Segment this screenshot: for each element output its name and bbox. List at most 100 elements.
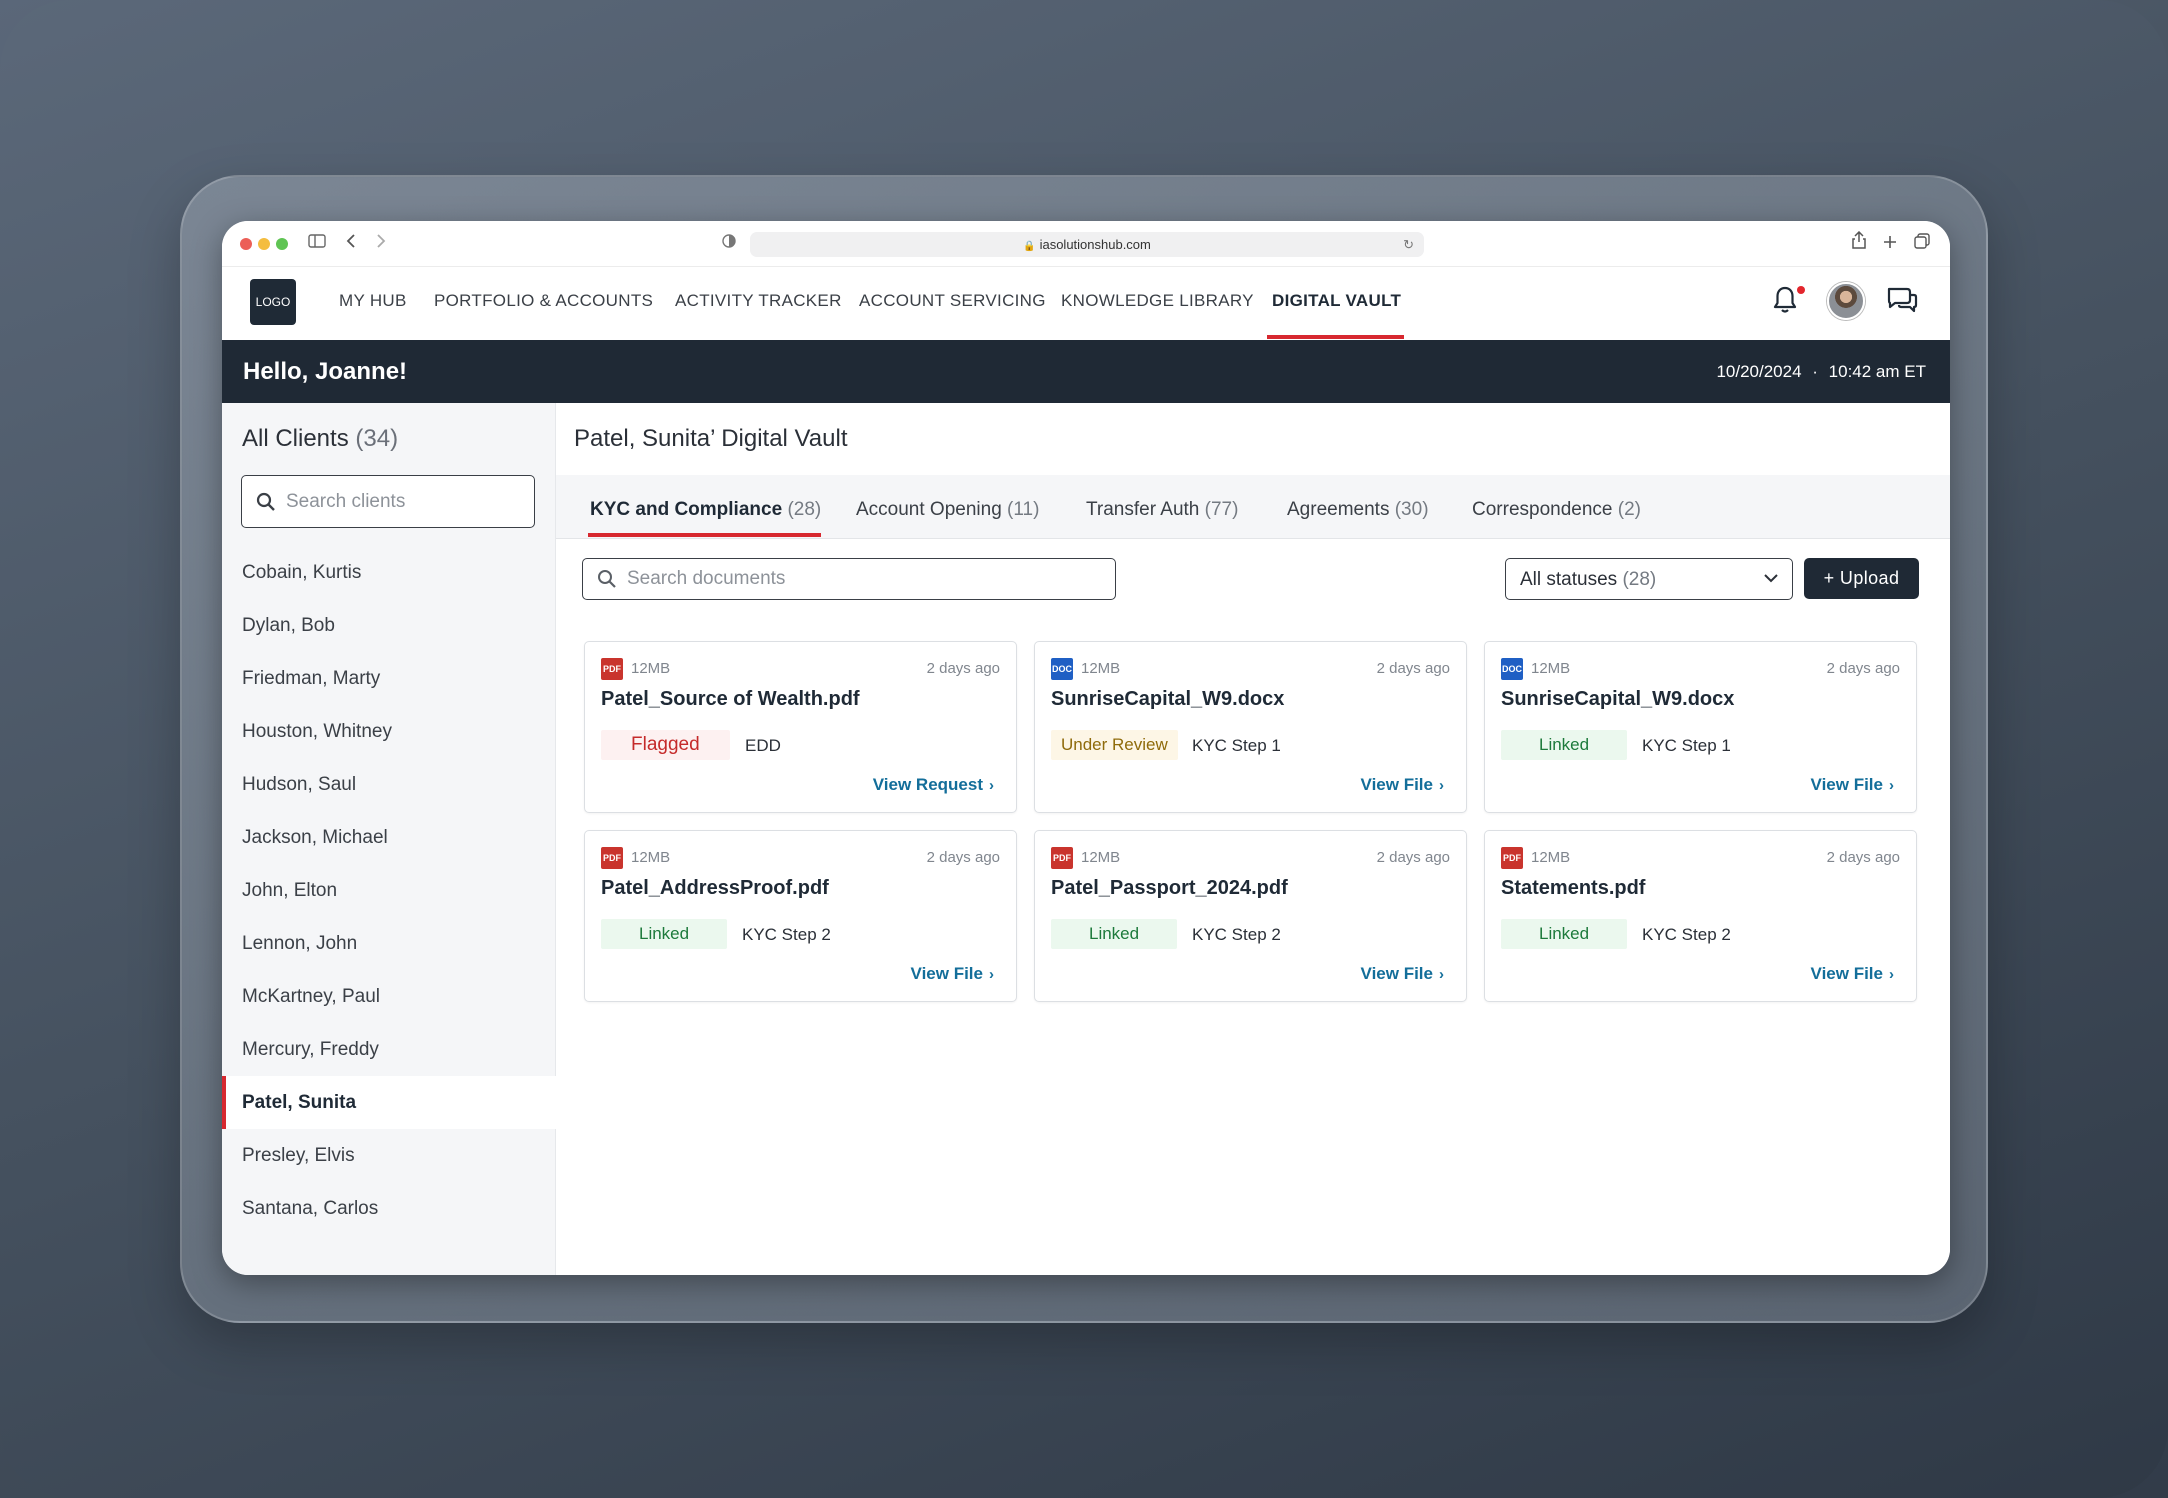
upload-button[interactable]: + Upload bbox=[1804, 558, 1919, 599]
browser-toolbar: 🔒 iasolutionshub.com ↻ bbox=[222, 221, 1950, 267]
search-icon bbox=[597, 569, 617, 594]
active-tab-indicator bbox=[588, 533, 821, 537]
client-item[interactable]: Lennon, John bbox=[222, 917, 556, 970]
chevron-down-icon bbox=[1762, 569, 1780, 592]
document-card[interactable]: PDF 12MB 2 days ago Statements.pdf Linke… bbox=[1484, 830, 1917, 1002]
datetime-separator: · bbox=[1812, 362, 1818, 381]
chevron-right-icon: › bbox=[1439, 777, 1444, 794]
file-age: 2 days ago bbox=[1376, 660, 1450, 677]
client-item[interactable]: Santana, Carlos bbox=[222, 1182, 556, 1235]
nav-account-servicing[interactable]: ACCOUNT SERVICING bbox=[859, 291, 1046, 311]
url-text: iasolutionshub.com bbox=[1039, 237, 1151, 252]
chevron-right-icon: › bbox=[1439, 966, 1444, 983]
document-card[interactable]: PDF 12MB 2 days ago Patel_Source of Weal… bbox=[584, 641, 1017, 813]
status-badge: Linked bbox=[601, 919, 728, 949]
tab-account-opening[interactable]: Account Opening (11) bbox=[856, 499, 1039, 521]
status-badge: Flagged bbox=[601, 730, 730, 760]
client-item[interactable]: Hudson, Saul bbox=[222, 758, 556, 811]
client-item[interactable]: Presley, Elvis bbox=[222, 1129, 556, 1182]
nav-my-hub[interactable]: MY HUB bbox=[339, 291, 407, 311]
share-icon[interactable] bbox=[1852, 230, 1866, 255]
step-label: KYC Step 2 bbox=[1192, 925, 1281, 944]
document-card[interactable]: PDF 12MB 2 days ago Patel_AddressProof.p… bbox=[584, 830, 1017, 1002]
chevron-right-icon: › bbox=[1889, 966, 1894, 983]
client-item[interactable]: Friedman, Marty bbox=[222, 652, 556, 705]
nav-activity-tracker[interactable]: ACTIVITY TRACKER bbox=[675, 291, 842, 311]
file-name: SunriseCapital_W9.docx bbox=[1501, 688, 1735, 710]
file-name: Patel_Passport_2024.pdf bbox=[1051, 877, 1288, 899]
status-filter-count: (28) bbox=[1622, 569, 1657, 590]
file-size: 12MB bbox=[631, 660, 671, 677]
client-item[interactable]: Mercury, Freddy bbox=[222, 1023, 556, 1076]
client-item[interactable]: Dylan, Bob bbox=[222, 599, 556, 652]
address-bar[interactable]: 🔒 iasolutionshub.com ↻ bbox=[750, 232, 1424, 257]
step-label: KYC Step 1 bbox=[1192, 736, 1281, 755]
document-card[interactable]: PDF 12MB 2 days ago Patel_Passport_2024.… bbox=[1034, 830, 1467, 1002]
forward-arrow-icon[interactable] bbox=[376, 231, 386, 255]
close-window-button[interactable] bbox=[240, 238, 252, 250]
file-size: 12MB bbox=[1081, 849, 1121, 866]
view-request-link[interactable]: View Request › bbox=[873, 775, 994, 795]
nav-knowledge-library[interactable]: KNOWLEDGE LIBRARY bbox=[1061, 291, 1254, 311]
chat-icon[interactable] bbox=[1885, 285, 1919, 320]
file-size: 12MB bbox=[631, 849, 671, 866]
nav-digital-vault[interactable]: DIGITAL VAULT bbox=[1272, 291, 1401, 311]
file-age: 2 days ago bbox=[1826, 849, 1900, 866]
bell-icon[interactable] bbox=[1772, 285, 1798, 320]
tab-kyc-compliance[interactable]: KYC and Compliance (28) bbox=[590, 499, 821, 521]
view-file-link[interactable]: View File › bbox=[911, 964, 994, 984]
document-search-input[interactable] bbox=[627, 566, 1097, 592]
avatar[interactable] bbox=[1827, 282, 1865, 320]
tab-correspondence[interactable]: Correspondence (2) bbox=[1472, 499, 1641, 521]
document-card[interactable]: DOC 12MB 2 days ago SunriseCapital_W9.do… bbox=[1034, 641, 1467, 813]
client-item-selected[interactable]: Patel, Sunita bbox=[222, 1076, 556, 1129]
privacy-shield-icon[interactable] bbox=[722, 231, 736, 255]
tab-count: (2) bbox=[1617, 499, 1641, 520]
client-item[interactable]: Cobain, Kurtis bbox=[222, 546, 556, 599]
client-count: (34) bbox=[355, 425, 399, 452]
client-item[interactable]: Jackson, Michael bbox=[222, 811, 556, 864]
chevron-right-icon: › bbox=[989, 966, 994, 983]
tab-agreements[interactable]: Agreements (30) bbox=[1287, 499, 1429, 521]
document-search-box[interactable] bbox=[582, 558, 1116, 600]
tab-transfer-auth[interactable]: Transfer Auth (77) bbox=[1086, 499, 1238, 521]
minimize-window-button[interactable] bbox=[258, 238, 270, 250]
app-header: LOGO MY HUB PORTFOLIO & ACCOUNTS ACTIVIT… bbox=[222, 267, 1950, 340]
client-item[interactable]: McKartney, Paul bbox=[222, 970, 556, 1023]
file-name: SunriseCapital_W9.docx bbox=[1051, 688, 1285, 710]
current-date: 10/20/2024 bbox=[1716, 362, 1802, 381]
client-item[interactable]: Houston, Whitney bbox=[222, 705, 556, 758]
document-card[interactable]: DOC 12MB 2 days ago SunriseCapital_W9.do… bbox=[1484, 641, 1917, 813]
nav-portfolio-accounts[interactable]: PORTFOLIO & ACCOUNTS bbox=[434, 291, 653, 311]
tab-overview-icon[interactable] bbox=[1914, 231, 1930, 255]
file-name: Patel_AddressProof.pdf bbox=[601, 877, 829, 899]
doc-file-icon: DOC bbox=[1501, 658, 1523, 680]
tab-count: (77) bbox=[1204, 499, 1239, 520]
view-file-link[interactable]: View File › bbox=[1811, 775, 1894, 795]
status-badge: Linked bbox=[1501, 919, 1628, 949]
sidebar-toggle-icon[interactable] bbox=[308, 231, 326, 255]
link-label: View File bbox=[1810, 775, 1883, 794]
logo[interactable]: LOGO bbox=[250, 279, 296, 325]
step-label: EDD bbox=[745, 736, 781, 755]
tab-count: (28) bbox=[787, 499, 822, 520]
greeting-bar: Hello, Joanne! 10/20/2024 · 10:42 am ET bbox=[222, 340, 1950, 403]
view-file-link[interactable]: View File › bbox=[1811, 964, 1894, 984]
link-label: View Request bbox=[872, 775, 983, 794]
view-file-link[interactable]: View File › bbox=[1361, 964, 1444, 984]
client-search-box[interactable] bbox=[241, 475, 535, 528]
doc-file-icon: DOC bbox=[1051, 658, 1073, 680]
search-icon bbox=[256, 492, 276, 517]
status-filter-dropdown[interactable]: All statuses (28) bbox=[1505, 558, 1793, 600]
client-search-input[interactable] bbox=[286, 488, 516, 516]
back-arrow-icon[interactable] bbox=[346, 231, 356, 255]
current-time: 10:42 am ET bbox=[1828, 362, 1926, 381]
reload-icon[interactable]: ↻ bbox=[1403, 232, 1414, 257]
client-item[interactable]: John, Elton bbox=[222, 864, 556, 917]
maximize-window-button[interactable] bbox=[276, 238, 288, 250]
file-age: 2 days ago bbox=[926, 660, 1000, 677]
new-tab-icon[interactable] bbox=[1883, 231, 1897, 255]
file-size: 12MB bbox=[1531, 660, 1571, 677]
view-file-link[interactable]: View File › bbox=[1361, 775, 1444, 795]
step-label: KYC Step 1 bbox=[1642, 736, 1731, 755]
